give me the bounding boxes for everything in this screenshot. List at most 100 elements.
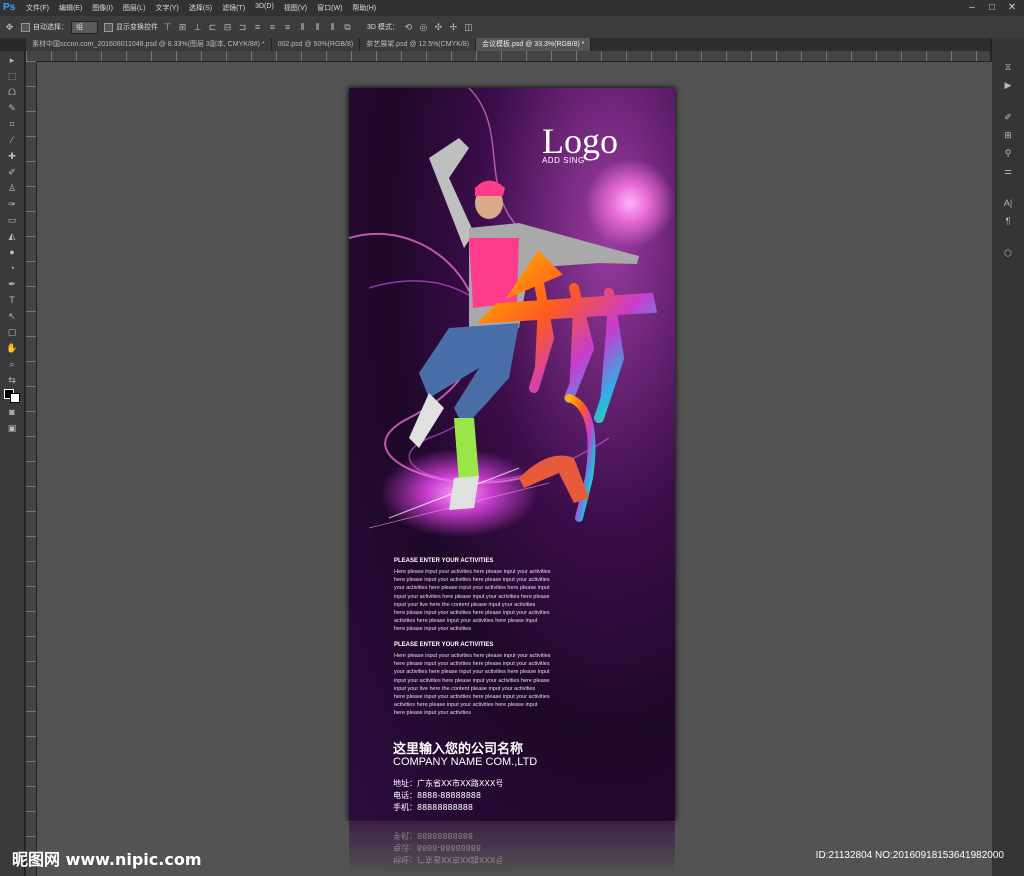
maximize-icon[interactable]: □ — [982, 0, 1002, 16]
contact-phone[interactable]: 电话：8888-88888888 — [393, 790, 481, 801]
shape-tool-icon[interactable]: ▢ — [3, 325, 21, 339]
marquee-tool-icon[interactable]: ⬚ — [3, 69, 21, 83]
distribute-middle-icon[interactable]: ≡ — [267, 22, 278, 33]
align-center-icon[interactable]: ⊟ — [222, 22, 233, 33]
blur-tool-icon[interactable]: ● — [3, 245, 21, 259]
paragraph-panel-icon[interactable]: ¶ — [999, 214, 1017, 228]
company-name-cn[interactable]: 这里输入您的公司名称 — [393, 738, 523, 757]
clone-stamp-tool-icon[interactable]: ♙ — [3, 181, 21, 195]
distribute-top-icon[interactable]: ≡ — [252, 22, 263, 33]
lasso-tool-icon[interactable]: ᗝ — [3, 85, 21, 99]
3d-panel-icon[interactable]: ⬡ — [999, 246, 1017, 260]
distribute-center-icon[interactable]: ⦀ — [312, 22, 323, 33]
reflection-mobile: 手机：88888888888 — [393, 831, 473, 840]
auto-select-dropdown[interactable]: 组 — [71, 20, 98, 34]
move-tool-icon[interactable]: ✥ — [4, 22, 15, 33]
show-transform-label: 显示变换控件 — [116, 24, 158, 31]
paint-bucket-tool-icon[interactable]: ◭ — [3, 229, 21, 243]
brush-panel-icon[interactable]: ✐ — [999, 110, 1017, 124]
distribute-right-icon[interactable]: ⦀ — [327, 22, 338, 33]
menu-item[interactable]: 3D(D) — [250, 3, 279, 13]
menu-item[interactable]: 图层(L) — [118, 3, 151, 13]
crop-tool-icon[interactable]: ⌗ — [3, 117, 21, 131]
menu-item[interactable]: 帮助(H) — [347, 3, 381, 13]
slide-3d-icon[interactable]: ✢ — [448, 22, 459, 33]
close-icon[interactable]: ✕ — [1002, 0, 1022, 16]
activity-line: here please input your activities here p… — [394, 661, 550, 668]
quick-select-tool-icon[interactable]: ✎ — [3, 101, 21, 115]
auto-select-option[interactable]: 自动选择： 组 — [21, 20, 98, 34]
menu-item[interactable]: 文件(F) — [21, 3, 54, 13]
menu-item[interactable]: 文字(Y) — [150, 3, 183, 13]
activity-line: input your activities here please input … — [394, 593, 550, 600]
activity-line: here please input your activities here p… — [394, 610, 550, 617]
menu-item[interactable]: 滤镜(T) — [217, 3, 250, 13]
swap-colors-icon[interactable]: ⇆ — [3, 373, 21, 387]
vertical-ruler[interactable] — [26, 61, 37, 876]
menu-item[interactable]: 图像(I) — [87, 3, 118, 13]
activity-line: activities here please input your activi… — [394, 702, 538, 709]
brush-presets-icon[interactable]: ⊞ — [999, 128, 1017, 142]
activity-block-1[interactable]: PLEASE ENTER YOUR ACTIVITIES Here please… — [394, 558, 551, 634]
poster-logo-subtitle[interactable]: ADD SING — [542, 156, 585, 165]
company-name-en[interactable]: COMPANY NAME COM.,LTD — [393, 756, 537, 768]
eyedropper-tool-icon[interactable]: ⁄ — [3, 133, 21, 147]
align-bottom-icon[interactable]: ⊥ — [192, 22, 203, 33]
poster-document[interactable]: Logo ADD SING PLEASE ENTER YOUR ACTIVITI… — [349, 88, 675, 821]
document-tab[interactable]: 002.psd @ 50%(RGB/8) — [271, 38, 361, 51]
activity-block-2[interactable]: PLEASE ENTER YOUR ACTIVITIES Here please… — [394, 642, 551, 718]
align-left-icon[interactable]: ⊏ — [207, 22, 218, 33]
show-transform-checkbox[interactable] — [104, 22, 113, 32]
app-logo[interactable]: Ps — [3, 1, 21, 15]
align-right-icon[interactable]: ⊐ — [237, 22, 248, 33]
menu-item[interactable]: 选择(S) — [184, 3, 217, 13]
distribute-bottom-icon[interactable]: ≡ — [282, 22, 293, 33]
actions-panel-icon[interactable]: ▶ — [999, 78, 1017, 92]
rotate-3d-icon[interactable]: ⟲ — [403, 22, 414, 33]
dodge-tool-icon[interactable]: ◔ — [3, 261, 21, 275]
clone-source-icon[interactable]: ⚲ — [999, 146, 1017, 160]
panel-dock: ⧖ ▶ ✐ ⊞ ⚲ ⚌ A| ¶ ⬡ — [991, 38, 1024, 876]
roll-3d-icon[interactable]: ◎ — [418, 22, 429, 33]
mode-3d-group: 3D 模式： — [367, 22, 399, 32]
contact-mobile[interactable]: 手机：88888888888 — [393, 802, 473, 813]
menu-item[interactable]: 窗口(W) — [312, 3, 347, 13]
hand-tool-icon[interactable]: ✋ — [3, 341, 21, 355]
quick-mask-icon[interactable]: ◙ — [3, 405, 21, 419]
document-tab[interactable]: 素材中国sccnn.com_201608011048.psd @ 8.33%(图… — [26, 38, 272, 51]
distribute-left-icon[interactable]: ⦀ — [297, 22, 308, 33]
screen-mode-icon[interactable]: ▣ — [3, 421, 21, 435]
zoom-tool-icon[interactable]: ⌕ — [3, 357, 21, 371]
align-middle-icon[interactable]: ⊞ — [177, 22, 188, 33]
path-select-tool-icon[interactable]: ↖ — [3, 309, 21, 323]
eraser-tool-icon[interactable]: ▭ — [3, 213, 21, 227]
auto-select-checkbox[interactable] — [21, 22, 30, 32]
history-panel-icon[interactable]: ⧖ — [999, 60, 1017, 74]
document-tab[interactable]: 会议模板.psd @ 33.3%(RGB/8) * — [476, 38, 592, 51]
drag-3d-icon[interactable]: ✣ — [433, 22, 444, 33]
align-top-icon[interactable]: ⊤ — [162, 22, 173, 33]
reflection-address: 地址：广东省XX市XX路XXX号 — [393, 855, 504, 864]
auto-align-icon[interactable]: ⧉ — [342, 22, 353, 33]
activity-line: here please input your activities here p… — [394, 694, 550, 701]
horizontal-ruler[interactable] — [26, 51, 990, 62]
character-panel-icon[interactable]: A| — [999, 196, 1017, 210]
pen-tool-icon[interactable]: ✒ — [3, 277, 21, 291]
document-tab[interactable]: 茶艺展架.psd @ 12.5%(CMYK/8) — [360, 38, 477, 51]
contact-address[interactable]: 地址：广东省XX市XX路XXX号 — [393, 778, 503, 789]
show-transform-option[interactable]: 显示变换控件 — [104, 22, 158, 32]
brush-tool-icon[interactable]: ✐ — [3, 165, 21, 179]
history-brush-tool-icon[interactable]: ✑ — [3, 197, 21, 211]
type-tool-icon[interactable]: T — [3, 293, 21, 307]
menu-bar: Ps 文件(F) 编辑(E) 图像(I) 图层(L) 文字(Y) 选择(S) 滤镜(T) 3D… — [0, 0, 1024, 16]
menu-item[interactable]: 编辑(E) — [54, 3, 87, 13]
tools-panel: ▸ ⬚ ᗝ ✎ ⌗ ⁄ ✚ ✐ ♙ ✑ ▭ ◭ ● ◔ ✒ T ↖ ▢ ✋ ⌕ … — [0, 51, 25, 876]
minimize-icon[interactable]: – — [962, 0, 982, 16]
move-tool-icon[interactable]: ▸ — [3, 53, 21, 67]
scale-3d-icon[interactable]: ◫ — [463, 22, 474, 33]
color-swatches-icon[interactable] — [3, 389, 21, 403]
menu-item[interactable]: 视图(V) — [279, 3, 312, 13]
adjustments-icon[interactable]: ⚌ — [999, 164, 1017, 178]
document-tabs: 素材中国sccnn.com_201608011048.psd @ 8.33%(图… — [26, 38, 990, 51]
healing-brush-tool-icon[interactable]: ✚ — [3, 149, 21, 163]
